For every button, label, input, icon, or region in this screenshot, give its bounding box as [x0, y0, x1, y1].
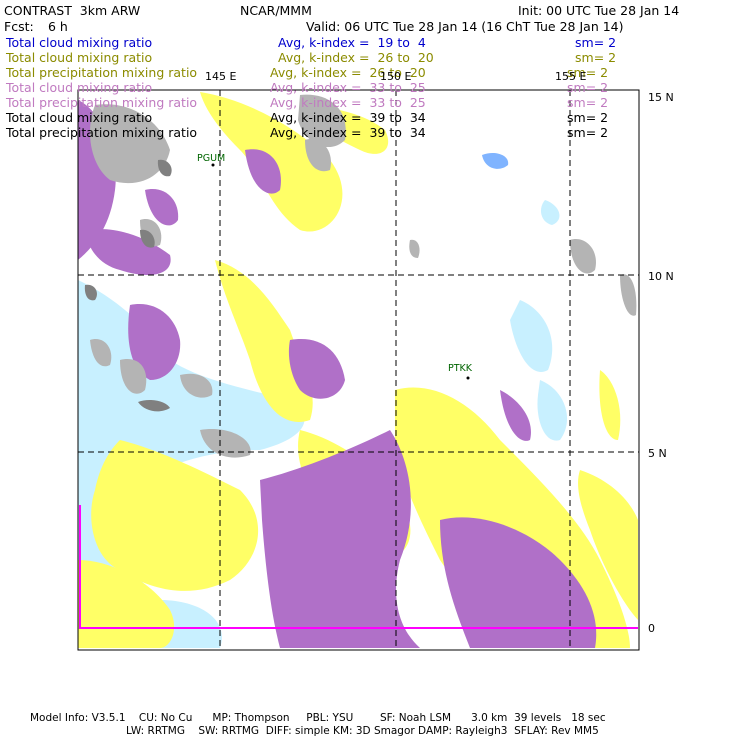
- legend-field-5-name: Total precipitation mixing ratio: [6, 95, 198, 110]
- legend-field-7-name: Total precipitation mixing ratio: [6, 125, 198, 140]
- lat-label-10n: 10 N: [648, 270, 674, 283]
- legend-field-2-name: Total cloud mixing ratio: [6, 50, 153, 65]
- legend-field-1-name: Total cloud mixing ratio: [6, 35, 153, 50]
- legend-field-2-sm: sm= 2: [575, 50, 617, 65]
- legend-field-6-name: Total cloud mixing ratio: [6, 110, 153, 125]
- legend-field-6-avg: Avg, k-index = 39 to 34: [270, 110, 426, 125]
- legend-field-6-sm: sm= 2: [567, 110, 609, 125]
- lon-label-150e: 150 E: [380, 70, 412, 83]
- legend-field-1-avg: Avg, k-index = 19 to 4: [278, 35, 426, 50]
- lat-label-0: 0: [648, 622, 655, 635]
- legend-field-5-avg: Avg, k-index = 33 to 25: [270, 95, 426, 110]
- station-label-ptkk: PTKK: [448, 363, 472, 374]
- station-marker-ptkk: [466, 376, 470, 380]
- lat-label-15n: 15 N: [648, 91, 674, 104]
- legend-field-4-name: Total cloud mixing ratio: [6, 80, 153, 95]
- legend-field-7-avg: Avg, k-index = 39 to 34: [270, 125, 426, 140]
- legend-field-5-sm: sm= 2: [567, 95, 609, 110]
- legend-field-3-name: Total precipitation mixing ratio: [6, 65, 198, 80]
- lon-label-145e: 145 E: [205, 70, 237, 83]
- lon-label-155e: 155 E: [555, 70, 587, 83]
- legend-field-2-avg: Avg, k-index = 26 to 20: [278, 50, 434, 65]
- footer-physics-info: LW: RRTMG SW: RRTMG DIFF: simple KM: 3D …: [126, 725, 599, 737]
- lat-label-5n: 5 N: [648, 447, 667, 460]
- legend-field-7-sm: sm= 2: [567, 125, 609, 140]
- legend-field-1-sm: sm= 2: [575, 35, 617, 50]
- station-label-pgum: PGUM: [197, 153, 226, 164]
